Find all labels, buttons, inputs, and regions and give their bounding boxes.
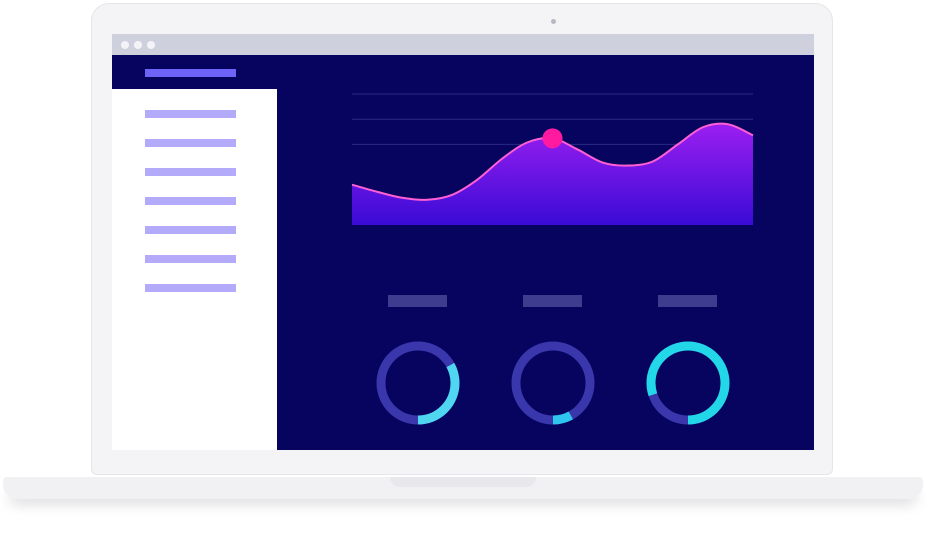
dashboard-graphics <box>351 93 754 425</box>
webcam-dot <box>551 19 556 24</box>
gauge-group <box>376 341 730 425</box>
chart-highlight-marker[interactable] <box>542 128 563 149</box>
laptop-base <box>3 477 923 499</box>
gauge-label-placeholder-2 <box>523 295 582 307</box>
laptop-base-notch <box>390 477 536 487</box>
gauge-label-placeholder-3 <box>658 295 717 307</box>
gauge-track-2 <box>511 341 595 425</box>
browser-window <box>112 34 814 450</box>
gauge-label-placeholder-1 <box>388 295 447 307</box>
